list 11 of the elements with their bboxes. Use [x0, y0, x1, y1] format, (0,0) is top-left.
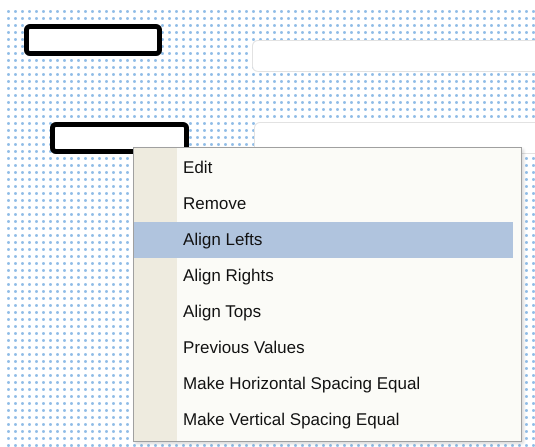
design-canvas[interactable]: Edit Remove Align Lefts Align Rights Align Tops Previous Values Make Horizontal Spacing Equal Make Vertical Spacing Equal [5, 8, 535, 447]
menu-item[interactable]: Make Vertical Spacing Equal [134, 402, 513, 438]
menu-item[interactable]: Make Horizontal Spacing Equal [134, 366, 513, 402]
menu-item[interactable]: Align Lefts [134, 222, 513, 258]
menu-item[interactable]: Edit [134, 150, 513, 186]
menu-item[interactable]: Align Tops [134, 294, 513, 330]
menu-item[interactable]: Previous Values [134, 330, 513, 366]
label-control[interactable] [24, 24, 162, 56]
menu-item[interactable]: Remove [134, 186, 513, 222]
menu-item[interactable]: Align Rights [134, 258, 513, 294]
label-control[interactable] [50, 122, 189, 154]
